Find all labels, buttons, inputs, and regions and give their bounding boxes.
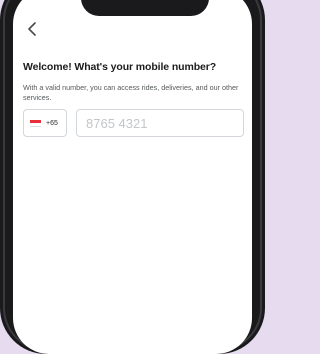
dial-code-label: +65 xyxy=(46,119,58,127)
back-button[interactable] xyxy=(23,20,41,38)
page-title: Welcome! What's your mobile number? xyxy=(23,61,217,73)
phone-screen: Welcome! What's your mobile number? With… xyxy=(13,0,252,354)
singapore-flag-icon xyxy=(30,119,41,127)
phone-notch xyxy=(81,0,209,16)
phone-device-frame: Welcome! What's your mobile number? With… xyxy=(0,0,265,354)
country-code-selector[interactable]: +65 xyxy=(23,109,67,137)
page-subtitle: With a valid number, you can access ride… xyxy=(23,83,239,102)
chevron-left-icon xyxy=(28,22,36,36)
mobile-number-input[interactable] xyxy=(76,109,244,137)
